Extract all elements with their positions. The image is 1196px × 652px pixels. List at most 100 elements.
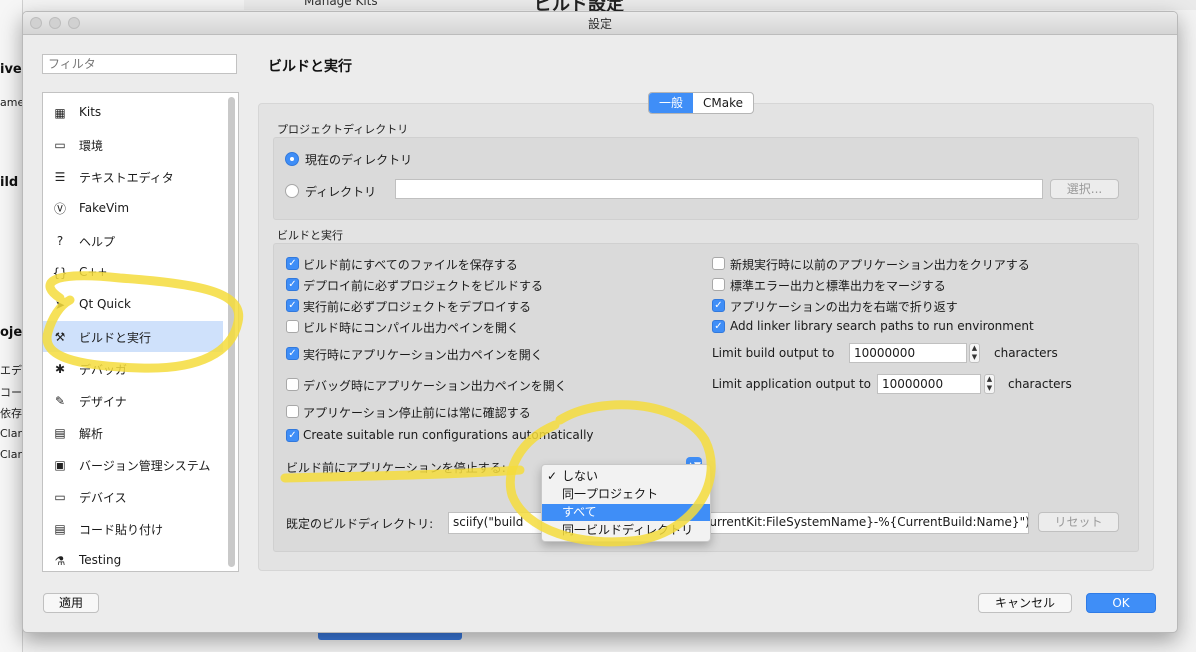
title-bar: 設定: [23, 12, 1177, 35]
filter-input[interactable]: [42, 54, 237, 74]
sidebar-item-testing[interactable]: ⚗ Testing: [43, 545, 223, 571]
background-fragment: Clar: [0, 448, 22, 461]
sidebar-item-text-editor[interactable]: ☰ テキストエディタ: [43, 161, 223, 192]
checkbox-right-3[interactable]: ✓: [712, 320, 725, 333]
sidebar-item-help[interactable]: ? ヘルプ: [43, 225, 223, 256]
background-fragment: ame: [0, 96, 25, 109]
sidebar-item-device[interactable]: ▭ デバイス: [43, 481, 223, 512]
dropdown-option-same-build-dir[interactable]: 同一ビルドディレクトリ: [542, 522, 710, 539]
sidebar-item-label: Qt Quick: [79, 297, 131, 311]
testing-icon: ⚗: [54, 554, 66, 568]
sidebar-item-kits[interactable]: ▦ Kits: [43, 97, 223, 128]
dropdown-option-label: すべて: [562, 505, 597, 519]
sidebar-item-label: Kits: [79, 105, 102, 119]
dropdown-option-label: しない: [562, 469, 599, 483]
paste-icon: ▤: [54, 522, 66, 536]
bug-icon: ✱: [54, 362, 66, 376]
limit-app-characters-label: characters: [1008, 377, 1072, 391]
checkbox-right-0[interactable]: [712, 257, 725, 270]
checkbox-left-label: アプリケーション停止前には常に確認する: [303, 406, 531, 420]
default-build-dir-input[interactable]: sciify("build %{CurrentKit:FileSystemNam…: [448, 512, 1029, 534]
select-directory-button[interactable]: 選択...: [1050, 179, 1119, 199]
cpp-icon: {}: [52, 266, 68, 280]
directory-path-input[interactable]: [395, 179, 1043, 199]
sidebar-item-label: Testing: [79, 553, 122, 567]
page-title: ビルドと実行: [268, 59, 352, 75]
limit-app-output-stepper[interactable]: ▲ ▼: [984, 374, 995, 394]
background-fragment: ive: [0, 62, 22, 77]
checkbox-left-5[interactable]: [286, 378, 299, 391]
analyze-icon: ▤: [54, 426, 66, 440]
checkmark-icon: ✓: [547, 469, 558, 483]
sidebar-item-label: 環境: [79, 139, 104, 153]
sidebar-item-label: デザイナ: [79, 395, 127, 409]
checkbox-left-label: デプロイ前に必ずプロジェクトをビルドする: [303, 279, 544, 293]
limit-build-output-stepper[interactable]: ▲ ▼: [969, 343, 980, 363]
background-left-panel: ive ame ild oje エデ コー 依存 Clar Clar: [0, 0, 25, 652]
apply-button[interactable]: 適用: [43, 593, 99, 613]
limit-build-output-label: Limit build output to: [712, 346, 835, 360]
checkbox-left-2[interactable]: ✓: [286, 299, 299, 312]
sidebar-item-label: FakeVim: [79, 201, 130, 215]
radio-directory[interactable]: [285, 184, 299, 198]
checkbox-left-label: ビルド前にすべてのファイルを保存する: [303, 258, 518, 272]
sidebar-item-qt-quick[interactable]: ➤ Qt Quick: [43, 289, 223, 320]
checkbox-left-7[interactable]: ✓: [286, 429, 299, 442]
sidebar-scrollbar[interactable]: [228, 97, 235, 567]
sidebar-item-label: バージョン管理システム: [79, 459, 211, 473]
dropdown-option-label: 同一ビルドディレクトリ: [562, 523, 694, 537]
radio-current-directory[interactable]: [285, 152, 299, 166]
checkbox-left-4[interactable]: ✓: [286, 347, 299, 360]
hammer-icon: ⚒: [54, 330, 66, 344]
monitor-icon: ▭: [54, 138, 66, 152]
settings-category-list[interactable]: ▦ Kits ▭ 環境 ☰ テキストエディタ Ⓥ FakeVim ? ヘルプ {} C++ ➤ Qt Qu…: [42, 92, 239, 572]
background-toolbar: Manage Kits ビルド設定: [244, 0, 1196, 15]
sidebar-item-pen[interactable]: ✎ デザイナ: [43, 385, 223, 416]
checkbox-left-0[interactable]: ✓: [286, 257, 299, 270]
sidebar-item-label: 解析: [79, 427, 104, 441]
background-fragment: ild: [0, 175, 19, 190]
sidebar-item-label: コード貼り付け: [79, 523, 164, 537]
sidebar-item-cpp[interactable]: {} C++: [43, 257, 223, 288]
checkbox-left-6[interactable]: [286, 405, 299, 418]
dropdown-option-same-project[interactable]: 同一プロジェクト: [542, 486, 710, 503]
checkbox-right-1[interactable]: [712, 278, 725, 291]
checkbox-right-label: アプリケーションの出力を右端で折り返す: [730, 300, 958, 314]
sidebar-item-hammer[interactable]: ⚒ ビルドと実行: [43, 321, 223, 352]
limit-build-output-input[interactable]: 10000000: [849, 343, 967, 363]
limit-app-output-input[interactable]: 10000000: [877, 374, 981, 394]
tab-general[interactable]: 一般: [649, 93, 694, 113]
limit-build-characters-label: characters: [994, 346, 1058, 360]
stop-before-build-dropdown: ✓ しない 同一プロジェクト すべて 同一ビルドディレクトリ: [541, 464, 711, 542]
pen-icon: ✎: [54, 394, 66, 408]
checkbox-left-3[interactable]: [286, 320, 299, 333]
dropdown-option-none[interactable]: ✓ しない: [542, 468, 710, 485]
default-build-dir-value-left: sciify("build: [453, 515, 524, 529]
cancel-button[interactable]: キャンセル: [978, 593, 1072, 613]
background-fragment: Clar: [0, 427, 22, 440]
sidebar-item-label: デバッガ: [79, 363, 128, 377]
sidebar-item-version-control[interactable]: ▣ バージョン管理システム: [43, 449, 223, 480]
sidebar-item-analyze[interactable]: ▤ 解析: [43, 417, 223, 448]
radio-directory-label: ディレクトリ: [305, 185, 377, 199]
stop-before-build-label: ビルド前にアプリケーションを停止する:: [286, 461, 506, 475]
sidebar-item-bug[interactable]: ✱ デバッガ: [43, 353, 223, 384]
text-editor-icon: ☰: [54, 170, 66, 184]
tab-cmake[interactable]: CMake: [693, 93, 753, 113]
sidebar-item-fakevim[interactable]: Ⓥ FakeVim: [43, 193, 223, 224]
checkbox-right-2[interactable]: ✓: [712, 299, 725, 312]
sidebar-item-label: C++: [79, 265, 108, 279]
reset-button[interactable]: リセット: [1038, 512, 1119, 532]
ok-button[interactable]: OK: [1086, 593, 1156, 613]
dropdown-option-all[interactable]: すべて: [542, 504, 710, 521]
kits-icon: ▦: [54, 106, 66, 120]
fakevim-icon: Ⓥ: [53, 202, 66, 216]
checkbox-left-1[interactable]: ✓: [286, 278, 299, 291]
project-directory-group-label: プロジェクトディレクトリ: [277, 123, 409, 136]
checkbox-right-label: 新規実行時に以前のアプリケーション出力をクリアする: [730, 258, 1030, 272]
sidebar-item-monitor[interactable]: ▭ 環境: [43, 129, 223, 160]
checkbox-right-label: Add linker library search paths to run e…: [730, 319, 1034, 333]
sidebar-item-paste[interactable]: ▤ コード貼り付け: [43, 513, 223, 544]
background-fragment: コー: [0, 386, 22, 399]
tab-bar: 一般 CMake: [648, 92, 755, 114]
